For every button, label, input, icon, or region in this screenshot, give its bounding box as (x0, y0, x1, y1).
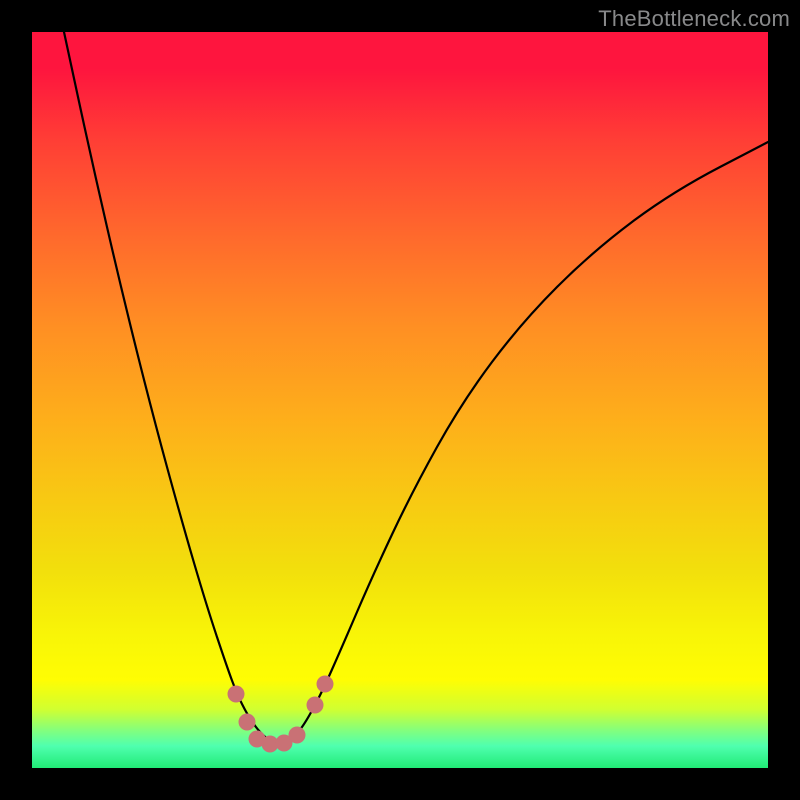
curve-marker (239, 714, 256, 731)
curve-marker (289, 727, 306, 744)
bottleneck-curve (64, 32, 768, 743)
curve-marker (307, 697, 324, 714)
watermark-text: TheBottleneck.com (598, 6, 790, 32)
marker-group (228, 676, 334, 753)
curve-marker (228, 686, 245, 703)
chart-frame: TheBottleneck.com (0, 0, 800, 800)
plot-area (32, 32, 768, 768)
curve-marker (317, 676, 334, 693)
curve-svg (32, 32, 768, 768)
